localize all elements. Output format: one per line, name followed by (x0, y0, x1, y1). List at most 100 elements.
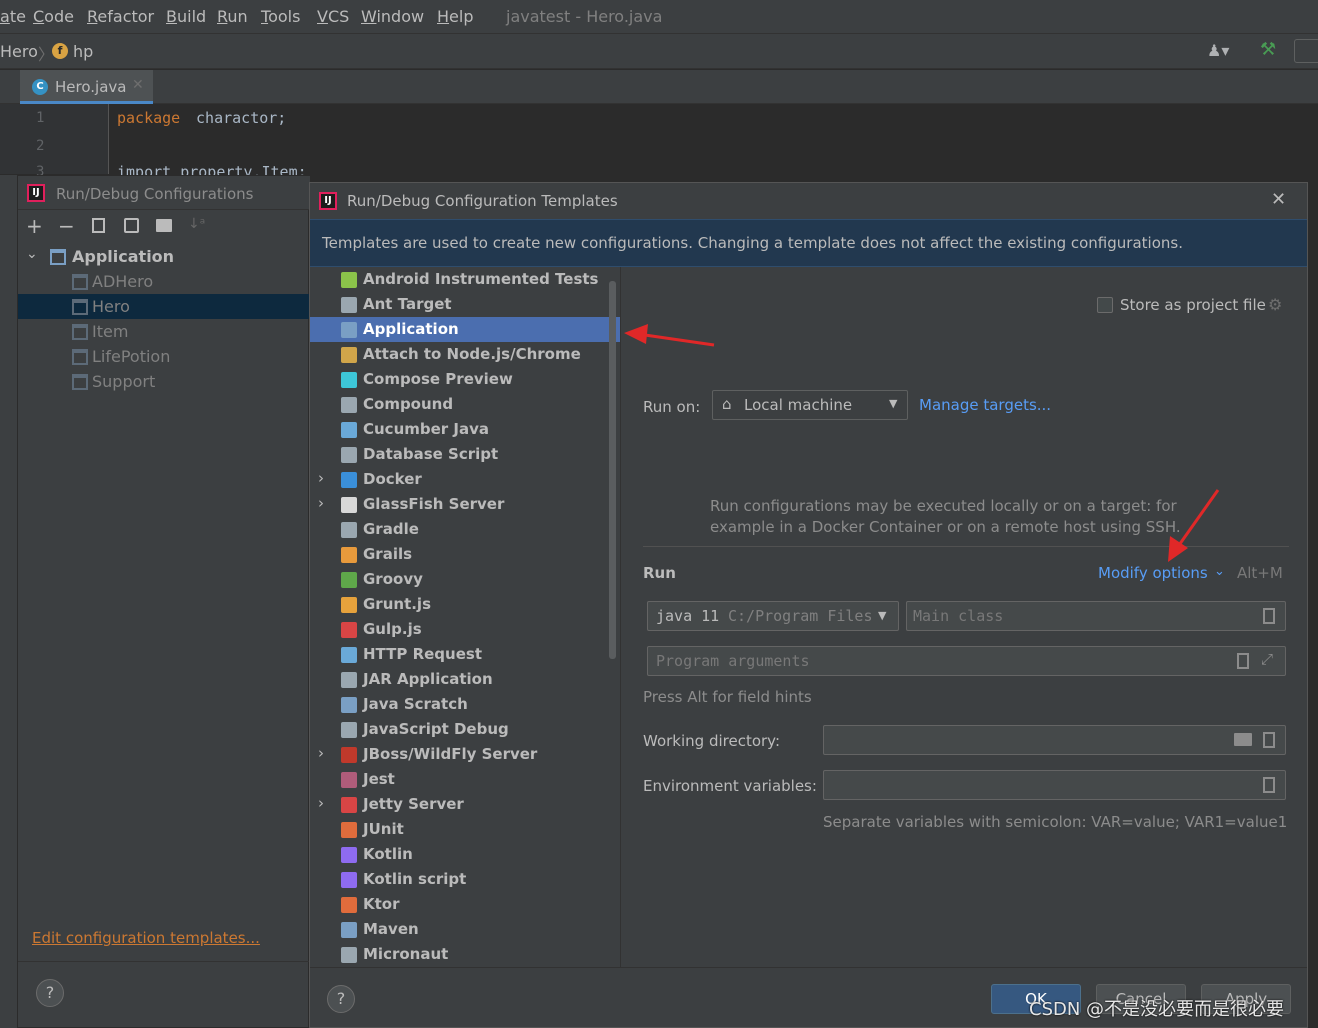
template-item-grunt-js[interactable]: Grunt.js (310, 592, 620, 617)
template-item-attach-to-node-js-chrome[interactable]: Attach to Node.js/Chrome (310, 342, 620, 367)
chevron-right-icon[interactable]: › (318, 744, 324, 762)
template-item-java-scratch[interactable]: Java Scratch (310, 692, 620, 717)
template-item-grails[interactable]: Grails (310, 542, 620, 567)
template-item-gradle[interactable]: Gradle (310, 517, 620, 542)
macro-icon[interactable] (1237, 653, 1249, 669)
menu-window[interactable]: Window (361, 7, 424, 26)
chevron-right-icon[interactable]: › (318, 469, 324, 487)
menu-refactor[interactable]: Refactor (87, 7, 154, 26)
remove-icon[interactable]: − (58, 214, 75, 238)
template-item-jar-application[interactable]: JAR Application (310, 667, 620, 692)
browse-icon[interactable] (1263, 608, 1275, 624)
edit-env-icon[interactable] (1263, 777, 1275, 793)
application-icon (50, 249, 66, 265)
window-title: javatest - Hero.java (506, 7, 663, 26)
program-arguments-input[interactable]: Program arguments ⤢ (647, 646, 1286, 676)
template-type-icon (341, 322, 357, 338)
copy-icon[interactable] (92, 218, 105, 233)
run-on-dropdown[interactable]: ⌂ Local machine ▼ (712, 390, 908, 420)
field-icon: f (52, 43, 68, 59)
edit-templates-link[interactable]: Edit configuration templates... (32, 929, 260, 947)
template-item-label: JUnit (363, 820, 404, 838)
store-as-project-checkbox[interactable] (1097, 297, 1113, 313)
manage-targets-link[interactable]: Manage targets... (919, 396, 1051, 414)
template-item-android-instrumented-tests[interactable]: Android Instrumented Tests (310, 267, 620, 292)
template-item-gulp-js[interactable]: Gulp.js (310, 617, 620, 642)
tree-root-application[interactable]: ⌄ Application (18, 244, 310, 269)
folder-icon[interactable] (1234, 733, 1252, 746)
template-item-compound[interactable]: Compound (310, 392, 620, 417)
template-type-icon (341, 622, 357, 638)
working-directory-label: Working directory: (643, 732, 781, 750)
menu-code[interactable]: Code (33, 7, 74, 26)
template-item-jest[interactable]: Jest (310, 767, 620, 792)
template-item-jboss-wildfly-server[interactable]: › JBoss/WildFly Server (310, 742, 620, 767)
close-icon[interactable]: ✕ (1271, 189, 1286, 210)
template-item-compose-preview[interactable]: Compose Preview (310, 367, 620, 392)
tree-item-adhero[interactable]: ADHero (18, 269, 310, 294)
template-type-icon (341, 897, 357, 913)
template-item-jetty-server[interactable]: › Jetty Server (310, 792, 620, 817)
template-item-application[interactable]: Application (310, 317, 620, 342)
user-icon[interactable]: ♟▾ (1207, 41, 1229, 60)
template-item-groovy[interactable]: Groovy (310, 567, 620, 592)
close-tab-icon[interactable]: ✕ (132, 77, 144, 93)
template-item-micronaut[interactable]: Micronaut (310, 942, 620, 967)
template-item-javascript-debug[interactable]: JavaScript Debug (310, 717, 620, 742)
info-banner: Templates are used to create new configu… (310, 219, 1307, 267)
folder-icon[interactable] (156, 219, 172, 232)
template-item-junit[interactable]: JUnit (310, 817, 620, 842)
chevron-down-icon[interactable]: ⌄ (1214, 564, 1225, 579)
expand-icon[interactable]: ⤢ (1261, 650, 1273, 668)
build-hammer-icon[interactable]: ⚒ (1260, 39, 1276, 60)
template-item-label: JavaScript Debug (363, 720, 509, 738)
template-item-ktor[interactable]: Ktor (310, 892, 620, 917)
menu-help[interactable]: Help (437, 7, 473, 26)
watermark-text: CSDN @不是没必要而是很必要 (1029, 999, 1285, 1020)
chevron-right-icon[interactable]: › (318, 494, 324, 512)
macro-icon[interactable] (1263, 732, 1275, 748)
tree-item-label: Item (92, 322, 129, 341)
chevron-down-icon[interactable]: ⌄ (26, 246, 38, 262)
save-icon[interactable] (124, 218, 139, 233)
code-editor[interactable]: 1 2 3 package charactor; import property… (0, 104, 1318, 181)
breadcrumb-class[interactable]: Hero (0, 42, 38, 61)
modify-options-link[interactable]: Modify options (1098, 564, 1208, 582)
menu-run[interactable]: Run (217, 7, 248, 26)
tree-item-item[interactable]: Item (18, 319, 310, 344)
template-item-cucumber-java[interactable]: Cucumber Java (310, 417, 620, 442)
template-item-glassfish-server[interactable]: › GlassFish Server (310, 492, 620, 517)
environment-variables-input[interactable] (823, 770, 1286, 800)
add-icon[interactable]: + (26, 214, 43, 238)
template-item-http-request[interactable]: HTTP Request (310, 642, 620, 667)
help-button[interactable]: ? (327, 985, 355, 1013)
breadcrumb-field[interactable]: hp (73, 42, 93, 61)
help-button[interactable]: ? (36, 979, 64, 1007)
tree-item-support[interactable]: Support (18, 369, 310, 394)
tree-item-lifepotion[interactable]: LifePotion (18, 344, 310, 369)
main-class-input[interactable]: Main class (906, 601, 1286, 631)
run-on-hint-line2: example in a Docker Container or on a re… (710, 518, 1181, 536)
menu-build[interactable]: Build (166, 7, 206, 26)
chevron-right-icon[interactable]: › (318, 794, 324, 812)
template-item-maven[interactable]: Maven (310, 917, 620, 942)
menu-vcs[interactable]: VCS (317, 7, 349, 26)
template-type-icon (341, 872, 357, 888)
template-item-database-script[interactable]: Database Script (310, 442, 620, 467)
run-config-combo[interactable] (1294, 39, 1318, 63)
menu-navigate[interactable]: ate (0, 7, 26, 26)
sort-icon[interactable]: ↓ᵃ (188, 216, 205, 232)
template-item-kotlin-script[interactable]: Kotlin script (310, 867, 620, 892)
gear-icon[interactable]: ⚙ (1268, 295, 1282, 314)
template-item-kotlin[interactable]: Kotlin (310, 842, 620, 867)
menu-tools[interactable]: Tools (261, 7, 300, 26)
template-item-docker[interactable]: › Docker (310, 467, 620, 492)
tree-item-hero[interactable]: Hero (18, 294, 310, 319)
template-type-icon (341, 797, 357, 813)
template-list[interactable]: Android Instrumented Tests Ant Target Appl… (310, 267, 620, 967)
template-list-scrollbar[interactable] (609, 281, 616, 659)
jdk-dropdown[interactable]: java 11 C:/Program Files ▼ (647, 601, 899, 631)
editor-tab-hero[interactable]: C Hero.java ✕ (20, 70, 153, 104)
template-item-ant-target[interactable]: Ant Target (310, 292, 620, 317)
working-directory-input[interactable] (823, 725, 1286, 755)
